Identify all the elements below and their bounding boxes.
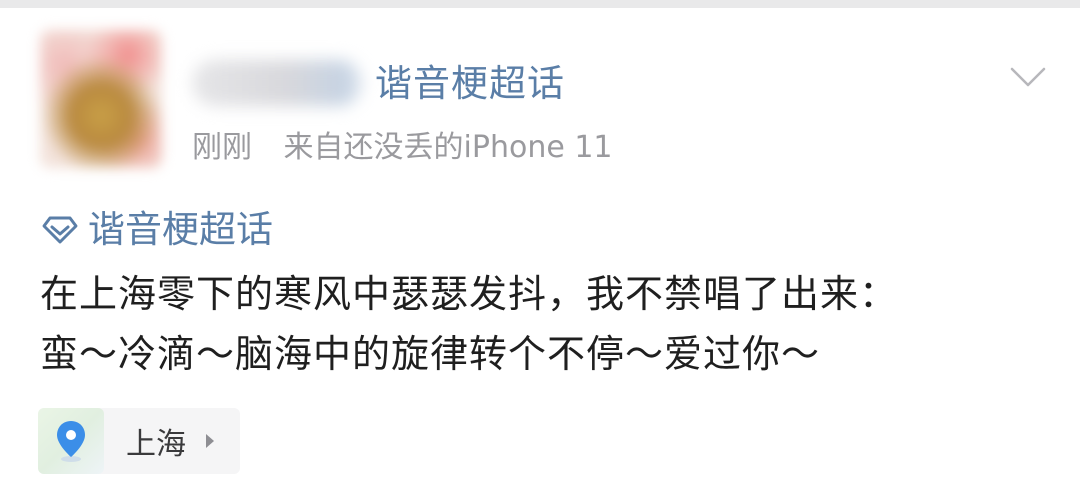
topic-tag-link[interactable]: 谐音梗超话 — [40, 204, 273, 256]
location-pin-icon — [57, 421, 85, 462]
avatar[interactable] — [40, 30, 162, 168]
content-line: 蛮～冷滴～脑海中的旋律转个不停～爱过你～ — [40, 332, 821, 376]
topic-tag-label: 谐音梗超话 — [88, 208, 273, 251]
post-meta: 刚刚 来自还没丢的iPhone 11 — [192, 126, 613, 170]
post-time: 刚刚 — [192, 130, 252, 165]
content-line: 在上海零下的寒风中瑟瑟发抖，我不禁唱了出来： — [40, 272, 899, 316]
post-source: 来自还没丢的iPhone 11 — [283, 130, 613, 165]
username-blurred[interactable] — [192, 60, 362, 106]
top-divider — [0, 0, 1080, 8]
arrow-right-icon — [206, 434, 214, 448]
location-icon-box — [38, 408, 104, 474]
post-card: 谐音梗超话 刚刚 来自还没丢的iPhone 11 谐音梗超话 在上海零下的寒风中… — [0, 8, 1080, 479]
chevron-down-icon[interactable] — [1008, 63, 1048, 91]
super-topic-icon — [42, 216, 78, 244]
location-chip[interactable]: 上海 — [38, 408, 240, 474]
topic-title[interactable]: 谐音梗超话 — [375, 60, 565, 108]
post-content: 在上海零下的寒风中瑟瑟发抖，我不禁唱了出来： 蛮～冷滴～脑海中的旋律转个不停～爱… — [40, 264, 1050, 384]
location-label: 上海 — [126, 427, 186, 462]
